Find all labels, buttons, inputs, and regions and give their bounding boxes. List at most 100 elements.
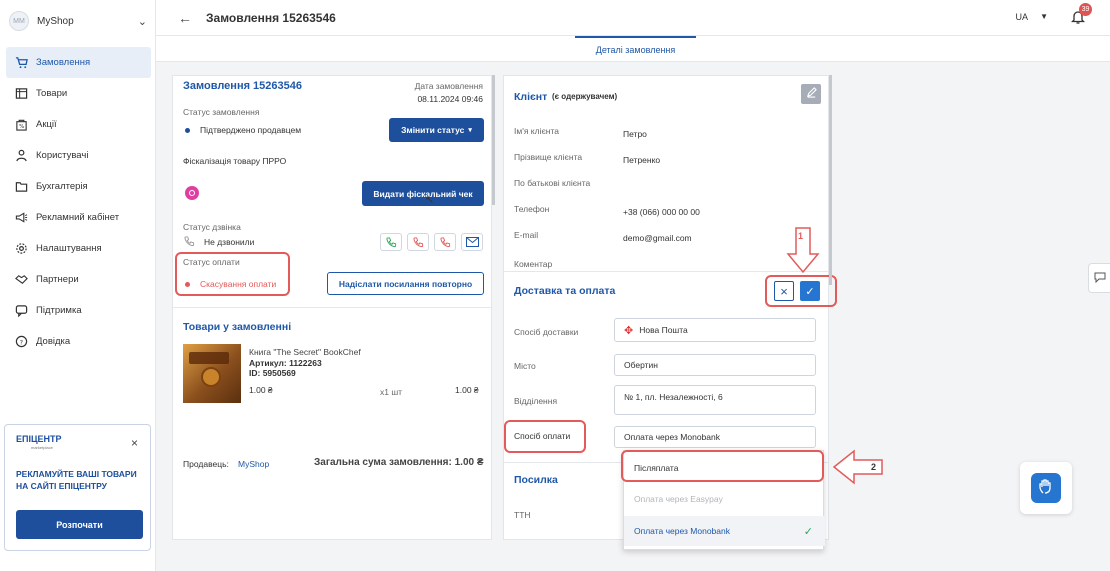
nova-poshta-icon: ✥ bbox=[624, 324, 634, 337]
chat-bubble-icon bbox=[1094, 271, 1106, 286]
epicentr-logo: ЕПІЦЕНТР bbox=[16, 434, 62, 444]
client-phone-label: Телефон bbox=[514, 204, 550, 214]
product-image-circle bbox=[201, 367, 221, 387]
sidebar-item-partners[interactable]: Партнери bbox=[6, 264, 151, 295]
branch-value: № 1, пл. Незалежності, 6 bbox=[624, 392, 723, 402]
page-title: Замовлення 15263546 bbox=[206, 11, 336, 25]
city-label: Місто bbox=[514, 361, 536, 371]
sidebar-item-label: Бухгалтерія bbox=[36, 181, 88, 192]
folder-icon bbox=[14, 180, 28, 194]
change-status-label: Змінити статус bbox=[401, 125, 465, 135]
side-chat-button[interactable] bbox=[1088, 263, 1110, 293]
change-status-button[interactable]: Змінити статус ▾ bbox=[389, 118, 484, 142]
call-status: Не дзвонили bbox=[204, 237, 255, 247]
sidebar-nav: Замовлення Товари % Акції Користувачі Бу… bbox=[6, 47, 151, 357]
edit-client-button[interactable] bbox=[801, 84, 821, 104]
close-icon[interactable]: × bbox=[131, 436, 138, 450]
product-id: ID: 5950569 bbox=[249, 368, 296, 378]
cancel-edit-button[interactable]: × bbox=[774, 281, 794, 301]
sidebar-item-label: Замовлення bbox=[36, 57, 91, 68]
product-price: 1.00 ₴ bbox=[249, 385, 273, 395]
scrollbar[interactable] bbox=[492, 75, 495, 205]
save-edit-button[interactable]: ✓ bbox=[800, 281, 820, 301]
delivery-method-select[interactable]: ✥ Нова Пошта bbox=[614, 318, 816, 342]
help-icon: ? bbox=[14, 335, 28, 349]
client-phone: +38 (066) 000 00 00 bbox=[623, 207, 700, 217]
declined-call-button[interactable] bbox=[434, 233, 456, 251]
sidebar-item-label: Партнери bbox=[36, 274, 79, 285]
delivery-method-label: Спосіб доставки bbox=[514, 327, 579, 337]
sidebar-item-products[interactable]: Товари bbox=[6, 78, 151, 109]
client-patronymic-label: По батькові клієнта bbox=[514, 178, 591, 188]
goods-title: Товари у замовленні bbox=[183, 321, 292, 333]
sidebar: MM MyShop ⌄ Замовлення Товари % Акції Ко… bbox=[0, 0, 156, 571]
sidebar-item-accounting[interactable]: Бухгалтерія bbox=[6, 171, 151, 202]
close-icon: × bbox=[780, 283, 788, 299]
order-date: 08.11.2024 09:46 bbox=[417, 94, 483, 104]
chat-icon bbox=[14, 304, 28, 318]
scrollbar[interactable] bbox=[829, 75, 832, 285]
branch-field[interactable]: № 1, пл. Незалежності, 6 bbox=[614, 385, 816, 415]
gear-icon bbox=[14, 242, 28, 256]
payment-method-select[interactable]: Оплата через Monobank bbox=[614, 426, 816, 448]
discount-bag-icon: % bbox=[14, 118, 28, 132]
branch-label: Відділення bbox=[514, 396, 558, 406]
sidebar-item-settings[interactable]: Налаштування bbox=[6, 233, 151, 264]
sidebar-item-advertising[interactable]: Рекламний кабінет bbox=[6, 202, 151, 233]
payment-status-label: Статус оплати bbox=[183, 257, 240, 267]
shop-selector[interactable]: MM MyShop ⌄ bbox=[9, 8, 147, 34]
product-image-caption bbox=[189, 352, 229, 364]
prro-logo-icon bbox=[185, 186, 199, 200]
back-arrow-icon[interactable]: ← bbox=[178, 10, 192, 26]
email-button[interactable] bbox=[461, 233, 483, 251]
seller-link[interactable]: MyShop bbox=[238, 459, 269, 469]
check-icon: ✓ bbox=[805, 285, 815, 298]
sidebar-item-users[interactable]: Користувачі bbox=[6, 140, 151, 171]
sidebar-item-label: Товари bbox=[36, 88, 68, 99]
logo-subtitle: marketplace bbox=[31, 445, 53, 450]
top-bar: ← Замовлення 15263546 UA ▼ 39 bbox=[156, 0, 1110, 36]
annotation-number-1: 1 bbox=[798, 231, 804, 241]
divider bbox=[504, 271, 828, 272]
floating-help-button[interactable] bbox=[1020, 462, 1072, 514]
issue-fiscal-receipt-button[interactable]: Видати фіскальний чек bbox=[362, 181, 484, 206]
divider bbox=[173, 307, 491, 308]
order-title: Замовлення 15263546 bbox=[183, 80, 303, 92]
order-status: Підтверджено продавцем bbox=[200, 125, 302, 135]
product-name[interactable]: Книга "The Secret" BookChef bbox=[249, 347, 361, 357]
promo-text: РЕКЛАМУЙТЕ ВАШІ ТОВАРИ НА САЙТІ ЕПІЦЕНТР… bbox=[16, 469, 137, 491]
sidebar-item-label: Користувачі bbox=[36, 150, 89, 161]
language-selector[interactable]: UA bbox=[1015, 12, 1028, 22]
sidebar-item-orders[interactable]: Замовлення bbox=[6, 47, 151, 78]
order-panel: Замовлення 15263546 Дата замовлення 08.1… bbox=[172, 75, 492, 540]
chevron-down-icon: ⌄ bbox=[137, 15, 147, 28]
client-first-name: Петро bbox=[623, 129, 647, 139]
delivery-title: Доставка та оплата bbox=[514, 285, 616, 297]
order-date-label: Дата замовлення bbox=[414, 81, 483, 91]
postpaid-option-highlight bbox=[621, 450, 824, 482]
sidebar-item-support[interactable]: Підтримка bbox=[6, 295, 151, 326]
client-email-label: E-mail bbox=[514, 230, 539, 240]
resend-link-button[interactable]: Надіслати посилання повторно bbox=[327, 272, 484, 295]
box-icon bbox=[14, 87, 28, 101]
product-total: 1.00 ₴ bbox=[455, 385, 479, 395]
sidebar-item-promotions[interactable]: % Акції bbox=[6, 109, 151, 140]
caret-down-icon: ▾ bbox=[468, 127, 472, 134]
city-field[interactable]: Обертин bbox=[614, 354, 816, 376]
dropdown-option-easypay: Оплата через Easypay bbox=[634, 494, 723, 504]
payment-method-label: Спосіб оплати bbox=[514, 431, 571, 441]
megaphone-icon bbox=[14, 211, 28, 225]
phone-icon bbox=[184, 236, 195, 250]
user-icon bbox=[14, 149, 28, 163]
tab-order-details[interactable]: Деталі замовлення bbox=[575, 36, 696, 62]
parcel-title: Посилка bbox=[514, 474, 558, 486]
promo-start-button[interactable]: Розпочати bbox=[16, 510, 143, 539]
notification-badge: 39 bbox=[1079, 3, 1092, 16]
call-button[interactable] bbox=[380, 233, 402, 251]
annotation-arrow-left bbox=[832, 449, 884, 488]
client-last-name: Петренко bbox=[623, 155, 661, 165]
sidebar-item-help[interactable]: ? Довідка bbox=[6, 326, 151, 357]
missed-call-button[interactable] bbox=[407, 233, 429, 251]
dropdown-option-monobank[interactable]: Оплата через Monobank ✓ bbox=[624, 516, 825, 546]
call-status-label: Статус дзвінка bbox=[183, 222, 241, 232]
